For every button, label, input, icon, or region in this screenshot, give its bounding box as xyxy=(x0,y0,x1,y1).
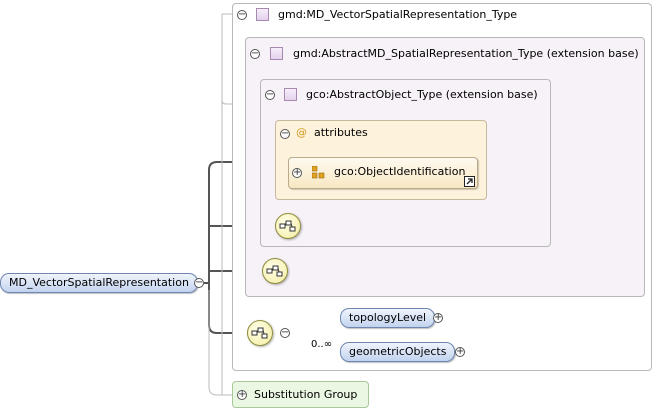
abstract-type-label: gmd:AbstractMD_SpatialRepresentation_Typ… xyxy=(293,47,639,60)
sequence-compositor-icon[interactable] xyxy=(275,213,301,239)
topology-level-element[interactable]: topologyLevel xyxy=(340,308,436,328)
attributes-toggle[interactable]: − xyxy=(280,129,290,139)
substitution-group-label: Substitution Group xyxy=(254,388,358,401)
object-identification-label: gco:ObjectIdentification xyxy=(334,165,466,178)
geometric-objects-toggle[interactable]: + xyxy=(455,347,465,357)
root-element-label: MD_VectorSpatialRepresentation xyxy=(9,276,189,289)
object-type-toggle[interactable]: − xyxy=(265,90,275,100)
sequence-compositor-icon[interactable] xyxy=(262,258,288,284)
sequence-toggle[interactable]: − xyxy=(280,328,290,338)
sequence-compositor-icon[interactable] xyxy=(247,320,273,346)
abstract-type-toggle[interactable]: − xyxy=(250,49,260,59)
topology-level-toggle[interactable]: + xyxy=(433,313,443,323)
vector-type-label: gmd:MD_VectorSpatialRepresentation_Type xyxy=(278,8,518,21)
attribute-group-icon xyxy=(312,166,325,179)
substitution-group-toggle[interactable]: + xyxy=(237,390,247,400)
geometric-objects-label: geometricObjects xyxy=(349,345,447,358)
at-icon: @ xyxy=(296,126,307,139)
root-toggle[interactable]: − xyxy=(194,278,204,288)
topology-level-label: topologyLevel xyxy=(349,311,427,324)
vector-type-toggle[interactable]: − xyxy=(237,10,247,20)
complex-type-icon xyxy=(284,88,297,101)
object-identification-toggle[interactable]: + xyxy=(292,168,302,178)
external-link-icon[interactable] xyxy=(464,176,475,187)
multiplicity-label: 0..∞ xyxy=(311,339,333,350)
complex-type-icon xyxy=(270,47,283,60)
object-type-label: gco:AbstractObject_Type (extension base) xyxy=(306,88,538,101)
geometric-objects-element[interactable]: geometricObjects xyxy=(340,342,456,362)
complex-type-icon xyxy=(256,8,269,21)
attributes-label: attributes xyxy=(314,126,368,139)
root-element[interactable]: MD_VectorSpatialRepresentation xyxy=(0,273,198,293)
